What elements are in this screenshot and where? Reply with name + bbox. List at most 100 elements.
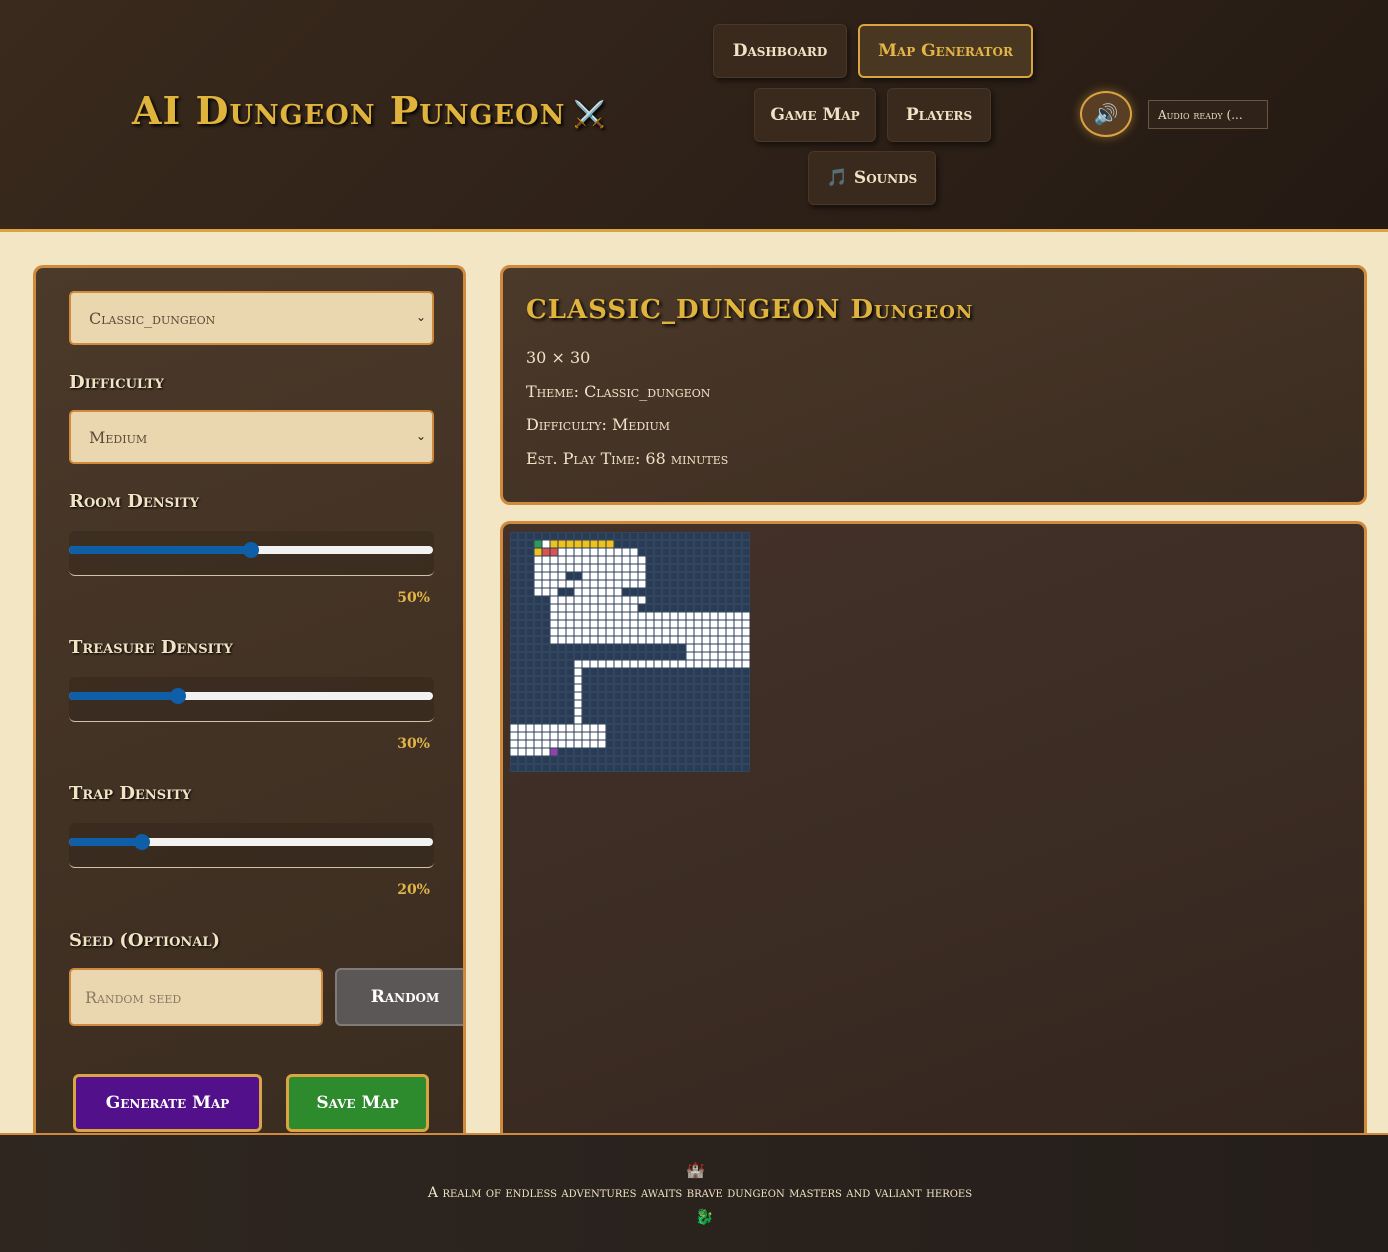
map-wall-tile <box>606 692 614 700</box>
map-wall-tile <box>550 644 558 652</box>
map-wall-tile <box>694 764 702 772</box>
map-floor-tile <box>694 628 702 636</box>
map-wall-tile <box>654 748 662 756</box>
map-wall-tile <box>534 668 542 676</box>
map-wall-tile <box>558 748 566 756</box>
map-floor-tile <box>630 620 638 628</box>
map-floor-tile <box>742 612 750 620</box>
map-wall-tile <box>686 724 694 732</box>
map-floor-tile <box>590 740 598 748</box>
map-wall-tile <box>534 596 542 604</box>
map-wall-tile <box>518 668 526 676</box>
map-wall-tile <box>694 740 702 748</box>
seed-input[interactable]: Random seed <box>69 968 323 1026</box>
map-wall-tile <box>622 724 630 732</box>
generate-map-button[interactable]: Generate Map <box>73 1074 262 1132</box>
trap-density-slider[interactable] <box>69 823 434 868</box>
dungeon-theme: Theme: Classic_dungeon <box>526 382 711 401</box>
map-wall-tile <box>542 604 550 612</box>
map-wall-tile <box>614 732 622 740</box>
map-wall-tile <box>718 668 726 676</box>
map-floor-tile <box>630 636 638 644</box>
map-floor-tile <box>622 556 630 564</box>
slider-handle[interactable] <box>133 834 150 850</box>
map-wall-tile <box>606 644 614 652</box>
map-wall-tile <box>686 580 694 588</box>
map-floor-tile <box>614 628 622 636</box>
map-wall-tile <box>702 540 710 548</box>
map-wall-tile <box>646 580 654 588</box>
map-wall-tile <box>606 748 614 756</box>
map-wall-tile <box>518 580 526 588</box>
map-wall-tile <box>686 700 694 708</box>
map-wall-tile <box>654 676 662 684</box>
theme-select[interactable]: Classic_dungeon ⌄ <box>69 291 434 345</box>
footer-tagline: A realm of endless adventures awaits bra… <box>427 1185 973 1201</box>
map-wall-tile <box>670 540 678 548</box>
nav-dashboard-button[interactable]: Dashboard <box>713 24 847 78</box>
map-wall-tile <box>678 532 686 540</box>
map-wall-tile <box>710 540 718 548</box>
random-seed-button[interactable]: Random <box>335 968 463 1026</box>
map-wall-tile <box>510 644 518 652</box>
map-floor-tile <box>534 748 542 756</box>
nav-players-button[interactable]: Players <box>887 88 991 142</box>
save-map-button[interactable]: Save Map <box>286 1074 429 1132</box>
map-floor-tile <box>542 588 550 596</box>
map-wall-tile <box>710 532 718 540</box>
map-wall-tile <box>670 572 678 580</box>
map-wall-tile <box>646 756 654 764</box>
map-wall-tile <box>726 540 734 548</box>
dungeon-map-grid[interactable] <box>510 532 750 772</box>
nav-sounds-button[interactable]: 🎵 Sounds <box>808 151 936 205</box>
nav-game-map-button[interactable]: Game Map <box>754 88 876 142</box>
map-wall-tile <box>678 588 686 596</box>
map-wall-tile <box>614 756 622 764</box>
map-wall-tile <box>606 532 614 540</box>
map-floor-tile <box>598 580 606 588</box>
map-wall-tile <box>574 572 582 580</box>
map-wall-tile <box>686 668 694 676</box>
map-wall-tile <box>518 636 526 644</box>
map-wall-tile <box>526 628 534 636</box>
slider-handle[interactable] <box>170 688 187 704</box>
sound-toggle-button[interactable]: 🔊 <box>1080 91 1132 137</box>
map-floor-tile <box>726 628 734 636</box>
map-floor-tile <box>590 612 598 620</box>
map-wall-tile <box>526 692 534 700</box>
map-floor-tile <box>566 628 574 636</box>
map-floor-tile <box>550 556 558 564</box>
difficulty-select[interactable]: Medium ⌄ <box>69 410 434 464</box>
room-density-slider[interactable] <box>69 531 434 576</box>
map-wall-tile <box>574 652 582 660</box>
map-wall-tile <box>566 684 574 692</box>
map-wall-tile <box>686 676 694 684</box>
map-wall-tile <box>510 588 518 596</box>
slider-handle[interactable] <box>243 542 259 558</box>
map-wall-tile <box>510 660 518 668</box>
map-wall-tile <box>718 532 726 540</box>
slider-track <box>69 688 433 704</box>
nav-map-generator-button[interactable]: Map Generator <box>858 24 1033 78</box>
treasure-density-slider[interactable] <box>69 677 434 722</box>
map-wall-tile <box>702 748 710 756</box>
map-wall-tile <box>662 740 670 748</box>
map-wall-tile <box>726 596 734 604</box>
map-wall-tile <box>646 588 654 596</box>
difficulty-select-value: Medium <box>89 427 148 447</box>
map-wall-tile <box>694 540 702 548</box>
map-wall-tile <box>518 588 526 596</box>
map-wall-tile <box>510 564 518 572</box>
map-wall-tile <box>678 748 686 756</box>
map-floor-tile <box>550 620 558 628</box>
map-wall-tile <box>614 740 622 748</box>
chevron-down-icon: ⌄ <box>415 310 426 324</box>
map-wall-tile <box>654 740 662 748</box>
map-wall-tile <box>678 540 686 548</box>
map-wall-tile <box>686 756 694 764</box>
map-wall-tile <box>742 540 750 548</box>
map-wall-tile <box>678 548 686 556</box>
map-floor-tile <box>574 556 582 564</box>
map-wall-tile <box>734 676 742 684</box>
map-wall-tile <box>510 636 518 644</box>
